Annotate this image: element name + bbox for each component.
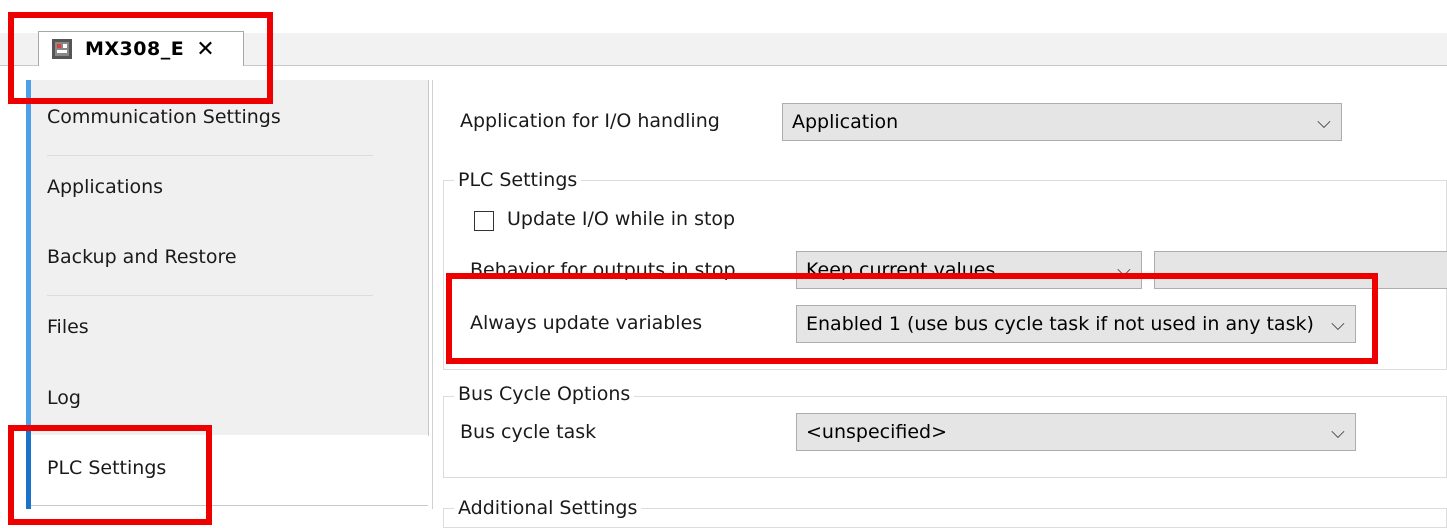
nav-separator [47, 155, 373, 156]
nav-item-backup-and-restore[interactable]: Backup and Restore [47, 246, 237, 268]
chevron-down-icon: ⌵ [1331, 421, 1345, 443]
update-io-checkbox[interactable] [474, 211, 494, 231]
plc-settings-group-title: PLC Settings [454, 169, 582, 191]
nav-item-files[interactable]: Files [47, 316, 89, 338]
app-io-value: Application [792, 111, 899, 133]
nav-item-log[interactable]: Log [47, 387, 81, 409]
tab-title: MX308_E [85, 38, 185, 60]
bus-task-label: Bus cycle task [460, 421, 597, 443]
bus-task-value: <unspecified> [806, 421, 948, 443]
bus-cycle-group-title: Bus Cycle Options [454, 383, 635, 405]
nav-accent-bar-light [26, 80, 31, 425]
nav-separator [47, 295, 373, 296]
app-io-label: Application for I/O handling [460, 110, 720, 132]
chevron-down-icon: ⌵ [1317, 111, 1331, 133]
highlight-plc-settings [8, 425, 212, 525]
device-icon [51, 38, 73, 60]
close-icon[interactable]: ✕ [196, 37, 214, 62]
editor-tab[interactable]: MX308_E ✕ [38, 31, 244, 66]
content-divider [432, 80, 433, 509]
highlight-always-update [446, 273, 1378, 364]
nav-item-communication-settings[interactable]: Communication Settings [47, 106, 281, 128]
nav-item-applications[interactable]: Applications [47, 176, 163, 198]
additional-settings-group-title: Additional Settings [454, 497, 642, 519]
app-io-select[interactable]: Application ⌵ [782, 103, 1342, 141]
bus-task-select[interactable]: <unspecified> ⌵ [796, 413, 1356, 451]
update-io-label: Update I/O while in stop [507, 208, 736, 230]
